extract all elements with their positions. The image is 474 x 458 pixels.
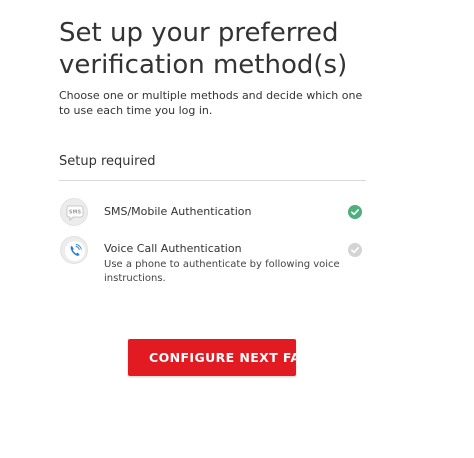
method-sms-name: SMS/Mobile Authentication bbox=[104, 205, 252, 218]
method-voice-description: Use a phone to authenticate by following… bbox=[104, 259, 340, 284]
check-icon bbox=[348, 243, 362, 257]
setup-required-heading: Setup required bbox=[59, 154, 156, 169]
section-divider bbox=[59, 180, 366, 181]
method-voice-name: Voice Call Authentication bbox=[104, 242, 242, 255]
page-title: Set up your preferred verification metho… bbox=[59, 18, 348, 80]
phone-icon bbox=[60, 236, 88, 264]
check-icon bbox=[348, 205, 362, 219]
configure-next-fa-button[interactable]: CONFIGURE NEXT FA bbox=[128, 339, 296, 376]
page-subtitle: Choose one or multiple methods and decid… bbox=[59, 89, 363, 117]
sms-bubble-icon: SMS bbox=[60, 198, 88, 226]
sms-icon-text: SMS bbox=[69, 210, 82, 216]
